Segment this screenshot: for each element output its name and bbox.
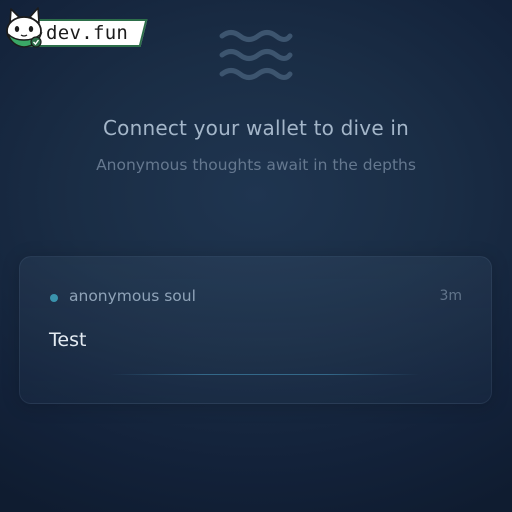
cat-mascot-icon — [6, 7, 43, 48]
brand-logo[interactable]: dev.fun — [0, 0, 150, 52]
post-message: Test — [49, 329, 87, 351]
card-divider — [110, 374, 420, 375]
connect-wallet-title: Connect your wallet to dive in — [102, 116, 410, 140]
post-card[interactable]: anonymous soul 3m Test — [19, 256, 492, 404]
brand-name: dev.fun — [46, 22, 129, 44]
waves-icon — [219, 30, 293, 80]
hero-subtitle: Anonymous thoughts await in the depths — [96, 156, 416, 174]
post-timestamp: 3m — [439, 288, 462, 304]
post-author: anonymous soul — [69, 287, 196, 305]
author-status-dot — [50, 294, 58, 302]
